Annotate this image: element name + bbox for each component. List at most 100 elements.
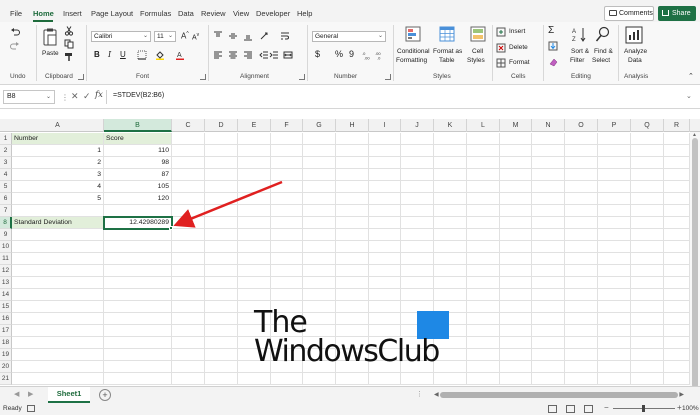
- align-middle-icon[interactable]: [228, 31, 238, 41]
- cell-d11[interactable]: [205, 253, 238, 265]
- cell-c14[interactable]: [172, 289, 205, 301]
- cell-n1[interactable]: [532, 133, 565, 145]
- cell-h11[interactable]: [336, 253, 369, 265]
- decrease-indent-icon[interactable]: [259, 50, 269, 60]
- cell-a15[interactable]: [12, 301, 104, 313]
- cell-m12[interactable]: [500, 265, 532, 277]
- cell-o14[interactable]: [565, 289, 598, 301]
- cell-m10[interactable]: [500, 241, 532, 253]
- cell-r10[interactable]: [664, 241, 690, 253]
- cell-q4[interactable]: [631, 169, 664, 181]
- cell-f13[interactable]: [271, 277, 303, 289]
- tab-formulas[interactable]: Formulas: [140, 9, 171, 18]
- tab-home[interactable]: Home: [33, 9, 54, 18]
- cell-n3[interactable]: [532, 157, 565, 169]
- cell-m11[interactable]: [500, 253, 532, 265]
- cell-g5[interactable]: [303, 181, 336, 193]
- cell-c2[interactable]: [172, 145, 205, 157]
- cell-g4[interactable]: [303, 169, 336, 181]
- cell-q9[interactable]: [631, 229, 664, 241]
- row-header[interactable]: 7: [0, 205, 12, 217]
- cell-r5[interactable]: [664, 181, 690, 193]
- cell-g12[interactable]: [303, 265, 336, 277]
- cell-e21[interactable]: [238, 373, 271, 385]
- cancel-icon[interactable]: ✕: [71, 91, 79, 102]
- cell-o6[interactable]: [565, 193, 598, 205]
- column-header-h[interactable]: H: [336, 119, 369, 132]
- cell-g11[interactable]: [303, 253, 336, 265]
- cell-d15[interactable]: [205, 301, 238, 313]
- tab-help[interactable]: Help: [297, 9, 312, 18]
- row-header[interactable]: 13: [0, 277, 12, 289]
- cell-o1[interactable]: [565, 133, 598, 145]
- prev-sheet-icon[interactable]: ◀: [14, 390, 19, 398]
- cell-o12[interactable]: [565, 265, 598, 277]
- row-header[interactable]: 4: [0, 169, 12, 181]
- align-center-icon[interactable]: [228, 50, 238, 60]
- cell-j9[interactable]: [401, 229, 434, 241]
- cell-b16[interactable]: [104, 313, 172, 325]
- zoom-level[interactable]: 100%: [682, 405, 699, 412]
- cell-k1[interactable]: [434, 133, 467, 145]
- cell-o20[interactable]: [565, 361, 598, 373]
- cell-p6[interactable]: [598, 193, 631, 205]
- cell-q3[interactable]: [631, 157, 664, 169]
- cell-h8[interactable]: [336, 217, 369, 229]
- format-as-table-icon[interactable]: [439, 26, 455, 42]
- column-header-k[interactable]: K: [434, 119, 467, 132]
- page-layout-view-icon[interactable]: [566, 405, 575, 413]
- cell-q8[interactable]: [631, 217, 664, 229]
- cell-f11[interactable]: [271, 253, 303, 265]
- cell-l1[interactable]: [467, 133, 500, 145]
- format-cells-icon[interactable]: [496, 58, 506, 68]
- undo-icon[interactable]: [10, 27, 20, 37]
- cell-k9[interactable]: [434, 229, 467, 241]
- cell-c7[interactable]: [172, 205, 205, 217]
- cell-l2[interactable]: [467, 145, 500, 157]
- cell-a12[interactable]: [12, 265, 104, 277]
- cell-k10[interactable]: [434, 241, 467, 253]
- column-header-q[interactable]: Q: [631, 119, 664, 132]
- cell-a2[interactable]: 1: [12, 145, 104, 157]
- cell-n17[interactable]: [532, 325, 565, 337]
- cell-b18[interactable]: [104, 337, 172, 349]
- column-header-p[interactable]: P: [598, 119, 631, 132]
- cell-p10[interactable]: [598, 241, 631, 253]
- copy-icon[interactable]: [64, 39, 74, 49]
- cell-c10[interactable]: [172, 241, 205, 253]
- cell-c16[interactable]: [172, 313, 205, 325]
- cell-r11[interactable]: [664, 253, 690, 265]
- cell-styles-icon[interactable]: [470, 26, 486, 42]
- cell-p8[interactable]: [598, 217, 631, 229]
- name-box[interactable]: B8 ⌄: [3, 90, 55, 104]
- horizontal-scroll-thumb[interactable]: [440, 392, 678, 398]
- cell-d1[interactable]: [205, 133, 238, 145]
- expand-formula-bar-icon[interactable]: ⌄: [686, 92, 692, 100]
- cell-a3[interactable]: 2: [12, 157, 104, 169]
- cell-h2[interactable]: [336, 145, 369, 157]
- cell-r15[interactable]: [664, 301, 690, 313]
- cell-i3[interactable]: [369, 157, 401, 169]
- find-select-label[interactable]: Find &: [594, 48, 613, 55]
- row-header[interactable]: 10: [0, 241, 12, 253]
- cell-r17[interactable]: [664, 325, 690, 337]
- cell-e14[interactable]: [238, 289, 271, 301]
- cell-c5[interactable]: [172, 181, 205, 193]
- column-header-o[interactable]: O: [565, 119, 598, 132]
- cell-k6[interactable]: [434, 193, 467, 205]
- increase-decimal-icon[interactable]: .0.00: [362, 50, 372, 60]
- cell-m4[interactable]: [500, 169, 532, 181]
- cell-b8[interactable]: 12.42980289: [103, 216, 173, 230]
- cell-l12[interactable]: [467, 265, 500, 277]
- row-header[interactable]: 14: [0, 289, 12, 301]
- cell-j11[interactable]: [401, 253, 434, 265]
- cell-m21[interactable]: [500, 373, 532, 385]
- cell-i5[interactable]: [369, 181, 401, 193]
- cell-d17[interactable]: [205, 325, 238, 337]
- cell-n21[interactable]: [532, 373, 565, 385]
- cell-styles-label[interactable]: Cell: [472, 48, 483, 55]
- cell-d8[interactable]: [205, 217, 238, 229]
- cell-p2[interactable]: [598, 145, 631, 157]
- cell-o16[interactable]: [565, 313, 598, 325]
- currency-button[interactable]: $: [315, 49, 320, 59]
